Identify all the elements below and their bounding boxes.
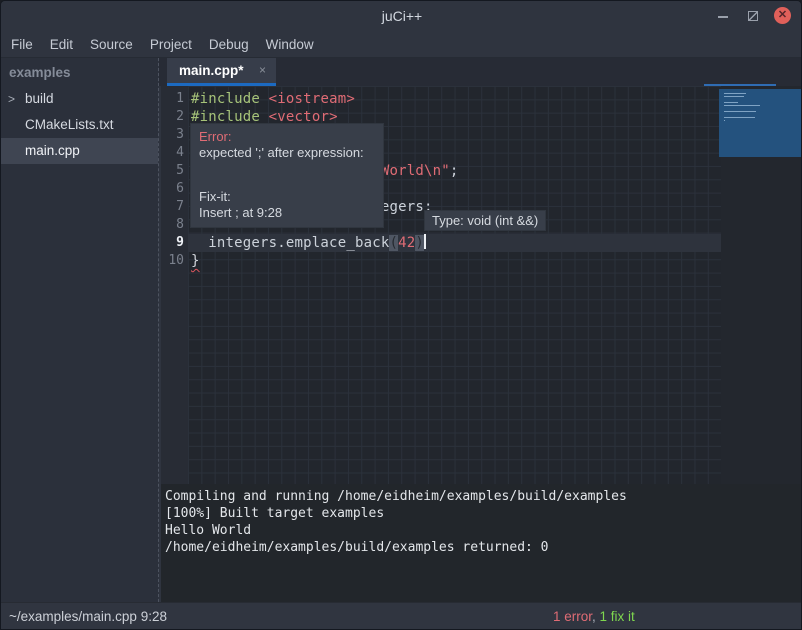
minimap-code-line <box>724 105 760 106</box>
code-line: #include <iostream> <box>191 90 459 108</box>
window-title: juCi++ <box>1 1 802 31</box>
line-number: 7 <box>161 198 184 216</box>
text-cursor <box>424 234 426 249</box>
line-number-gutter: 12345678910 <box>161 86 188 484</box>
code-token: } <box>191 253 200 269</box>
file-label: main.cpp <box>25 138 80 164</box>
status-separator: , <box>592 609 600 624</box>
code-token: #include <box>191 91 260 107</box>
pane-divider[interactable] <box>158 58 159 602</box>
terminal-output[interactable]: Compiling and running /home/eidheim/exam… <box>161 484 802 602</box>
status-file-position: ~/examples/main.cpp 9:28 <box>9 603 167 630</box>
code-token: 42 <box>398 235 415 251</box>
diagnostic-tooltip: Error: expected ';' after expression: Fi… <box>190 123 384 228</box>
sidebar-item-build[interactable]: > build <box>1 86 158 112</box>
minimap-code-line <box>724 117 755 118</box>
menu-item-project[interactable]: Project <box>150 31 192 58</box>
type-tooltip: Type: void (int &&) <box>424 210 546 231</box>
code-token <box>260 91 269 107</box>
menu-item-edit[interactable]: Edit <box>50 31 73 58</box>
restore-button[interactable] <box>745 8 761 24</box>
minimap-code-line <box>724 93 746 94</box>
status-error-count: 1 error <box>553 609 592 624</box>
menu-item-debug[interactable]: Debug <box>209 31 249 58</box>
terminal-line: /home/eidheim/examples/build/examples re… <box>165 539 802 556</box>
restore-icon <box>748 11 758 21</box>
menubar: File Edit Source Project Debug Window <box>1 31 802 58</box>
minimap-code-line <box>724 96 744 97</box>
code-line: integers.emplace_back(42) <box>191 234 459 252</box>
line-number: 5 <box>161 162 184 180</box>
tab-main-cpp[interactable]: main.cpp* × <box>167 58 276 86</box>
app-window: juCi++ ✕ File Edit Source Project Debug Windo… <box>0 0 802 630</box>
project-name: examples <box>1 58 158 86</box>
close-button[interactable]: ✕ <box>774 7 791 24</box>
minimap-code-line <box>724 111 756 112</box>
file-label: build <box>25 86 54 112</box>
code-line: } <box>191 252 459 270</box>
terminal-line: Compiling and running /home/eidheim/exam… <box>165 488 802 505</box>
code-token: ; <box>450 163 459 179</box>
tab-close-icon[interactable]: × <box>259 58 266 83</box>
diagnostic-message: expected ';' after expression: <box>199 145 375 161</box>
tab-bar: main.cpp* × <box>159 58 802 86</box>
file-label: CMakeLists.txt <box>25 112 114 138</box>
status-fixit-count: 1 fix it <box>600 609 635 624</box>
titlebar[interactable]: juCi++ ✕ <box>1 1 802 31</box>
minimize-button[interactable] <box>715 8 731 24</box>
menu-item-source[interactable]: Source <box>90 31 133 58</box>
line-number: 4 <box>161 144 184 162</box>
code-token: integers.emplace_back <box>191 235 389 251</box>
code-token: <iostream> <box>269 91 355 107</box>
code-token: ) <box>415 235 424 251</box>
tab-label: main.cpp* <box>179 58 244 83</box>
minimize-icon <box>718 16 728 18</box>
sidebar-item-main-cpp[interactable]: main.cpp <box>1 138 158 164</box>
status-diagnostics: 1 error, 1 fix it <box>553 603 635 630</box>
line-number: 8 <box>161 216 184 234</box>
terminal-line: [100%] Built target examples <box>165 505 802 522</box>
file-tree-panel: examples > buildCMakeLists.txtmain.cpp <box>1 58 158 602</box>
status-bar: ~/examples/main.cpp 9:28 1 error, 1 fix … <box>1 602 802 630</box>
menu-item-window[interactable]: Window <box>266 31 314 58</box>
minimap-code-line <box>724 120 725 121</box>
fixit-message: Insert ; at 9:28 <box>199 205 375 221</box>
line-number: 10 <box>161 252 184 270</box>
fixit-title: Fix-it: <box>199 189 375 205</box>
chevron-right-icon[interactable]: > <box>8 86 15 112</box>
file-tree: > buildCMakeLists.txtmain.cpp <box>1 86 158 164</box>
sidebar-item-cmakelists-txt[interactable]: CMakeLists.txt <box>1 112 158 138</box>
code-editor[interactable]: 12345678910 #include <iostream>#include … <box>161 86 802 484</box>
minimap-code-line <box>724 102 738 103</box>
line-number: 3 <box>161 126 184 144</box>
menu-item-file[interactable]: File <box>11 31 33 58</box>
diagnostic-title: Error: <box>199 129 375 145</box>
line-number: 6 <box>161 180 184 198</box>
code-token: ( <box>389 235 398 251</box>
line-number: 2 <box>161 108 184 126</box>
terminal-line: Hello World <box>165 522 802 539</box>
line-number: 9 <box>161 234 184 252</box>
minimap[interactable] <box>719 89 802 157</box>
line-number: 1 <box>161 90 184 108</box>
